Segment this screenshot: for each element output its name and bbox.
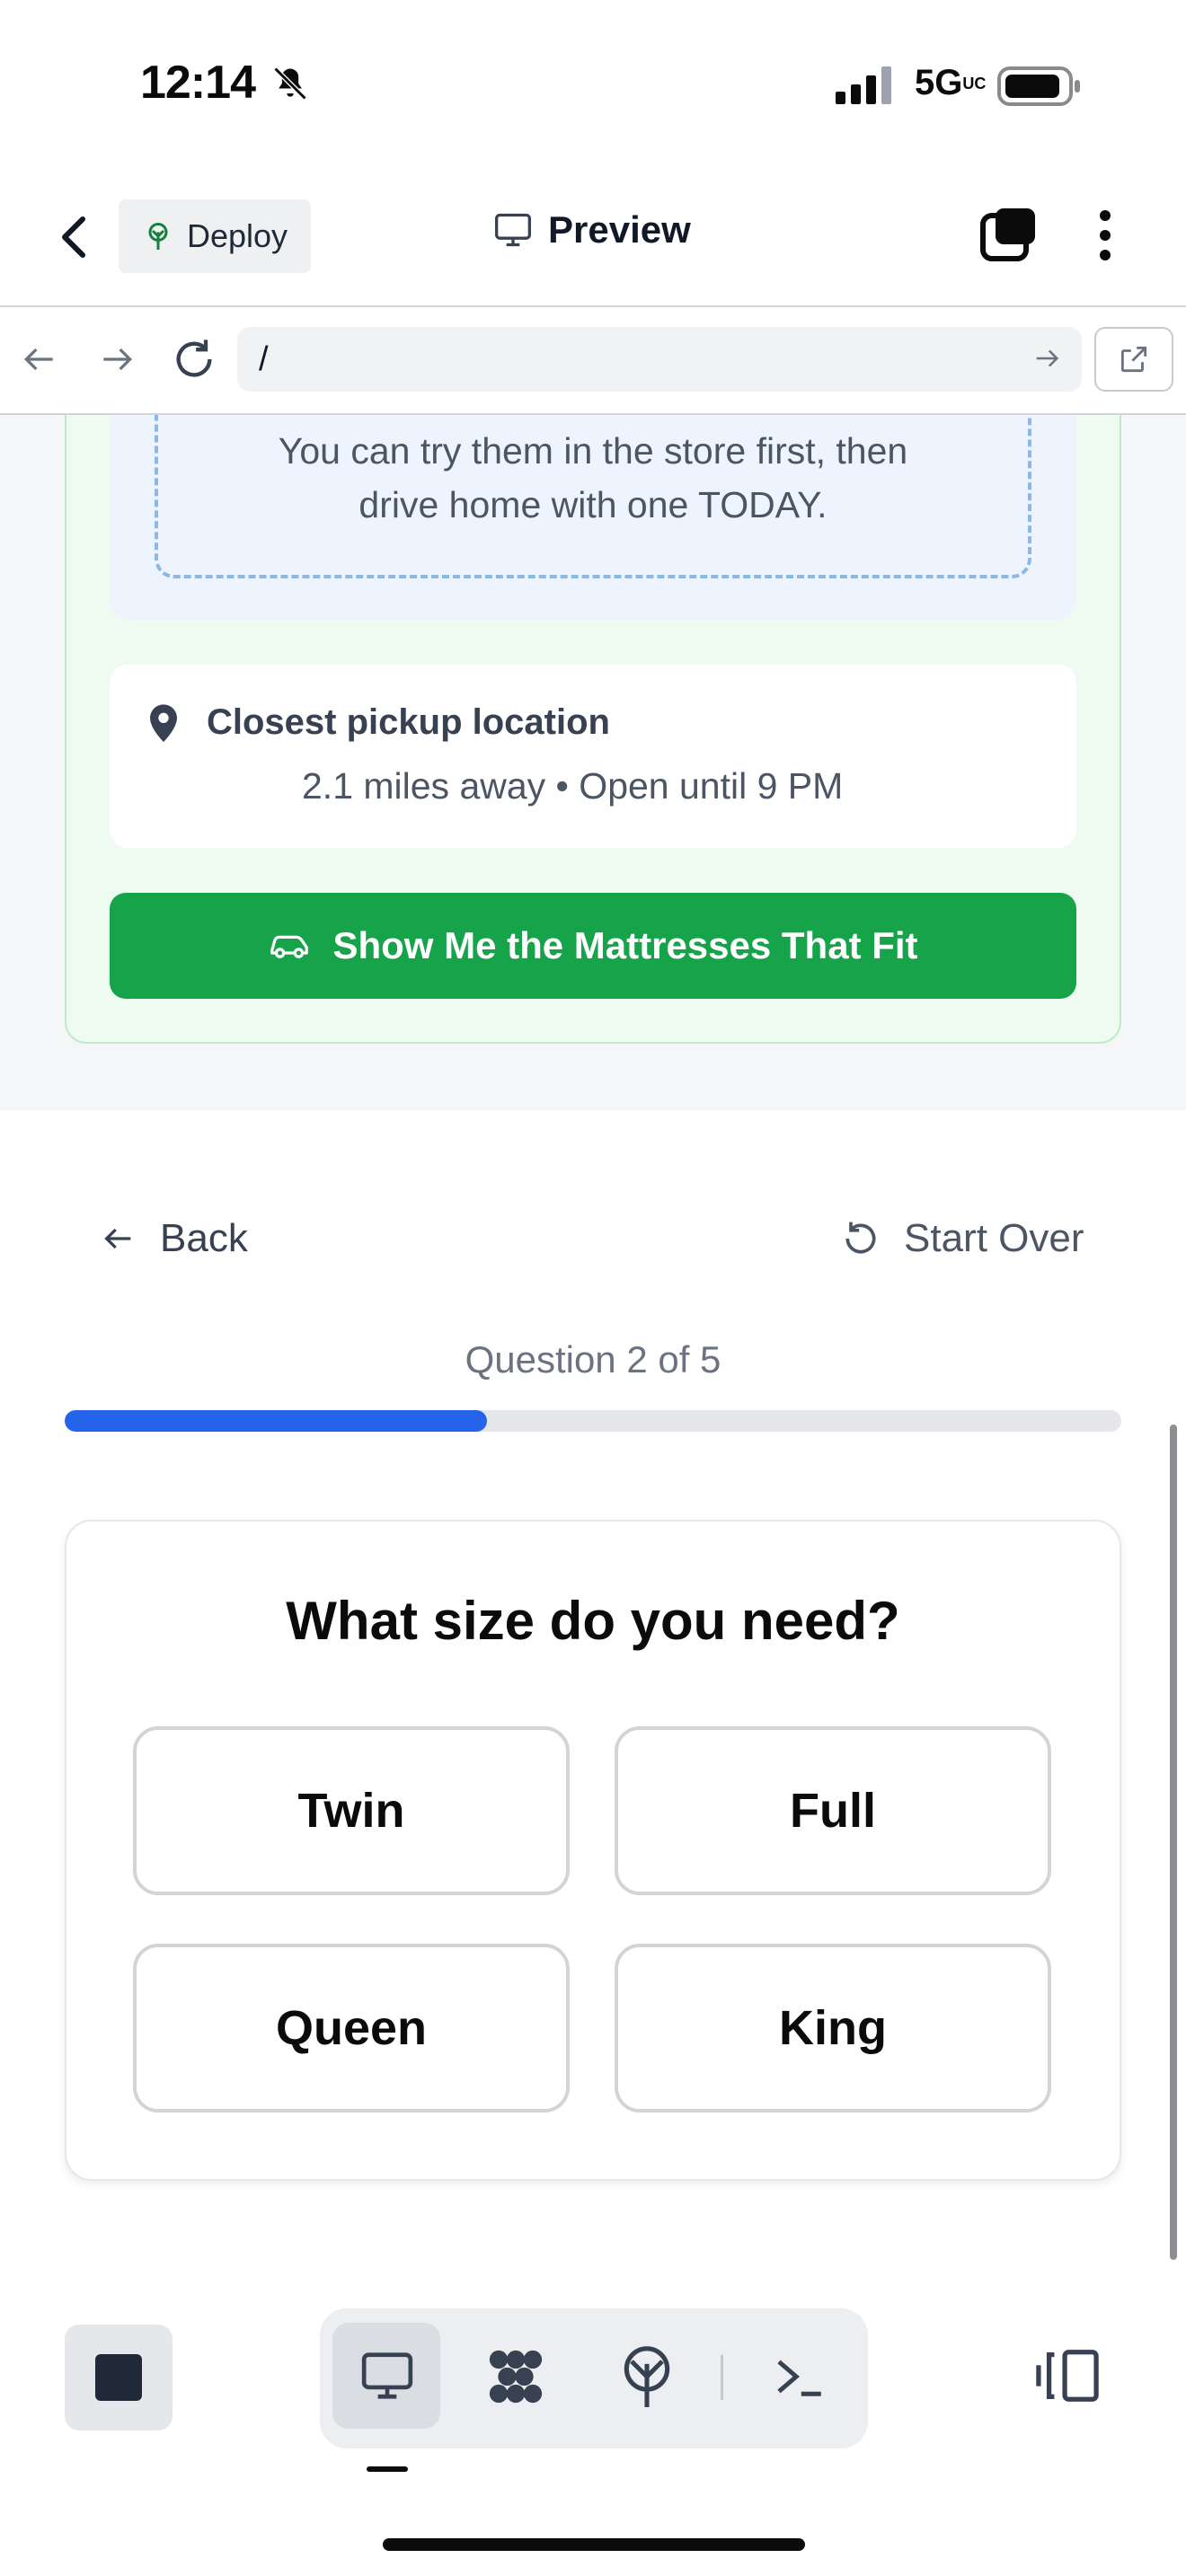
tabs-button[interactable]	[979, 205, 1039, 269]
option-king-button[interactable]: King	[615, 1944, 1051, 2113]
home-indicator	[383, 2538, 805, 2551]
view-deploy-tab[interactable]	[616, 2342, 677, 2415]
view-workspace-tab[interactable]	[482, 2342, 550, 2415]
vertical-dots-icon	[1100, 210, 1111, 260]
external-link-icon	[1120, 346, 1147, 373]
arrow-left-icon	[104, 1228, 131, 1249]
arrow-right-icon	[1036, 349, 1059, 367]
quiz-back-button[interactable]: Back	[101, 1216, 248, 1261]
url-go-button[interactable]	[1031, 343, 1062, 378]
silent-bell-icon	[274, 66, 307, 101]
view-console-tab[interactable]	[769, 2346, 828, 2412]
back-label: Back	[160, 1216, 248, 1260]
monitor-icon	[358, 2348, 417, 2408]
active-tab-indicator	[367, 2466, 408, 2472]
stop-button[interactable]	[65, 2325, 173, 2430]
open-external-button[interactable]	[1094, 327, 1173, 392]
option-twin-button[interactable]: Twin	[133, 1726, 570, 1895]
url-value: /	[259, 340, 269, 378]
tabs-icon	[980, 208, 1035, 261]
deploy-tree-icon	[624, 2346, 670, 2407]
start-over-button[interactable]: Start Over	[841, 1216, 1084, 1261]
side-panel-icon	[1036, 2350, 1099, 2402]
stop-icon	[95, 2354, 142, 2401]
battery-icon	[997, 65, 1082, 112]
preview-label: Preview	[548, 208, 691, 251]
start-over-label: Start Over	[904, 1216, 1084, 1260]
monitor-icon	[495, 213, 531, 247]
url-input[interactable]: /	[237, 327, 1082, 392]
status-time: 12:14	[140, 56, 310, 110]
browser-back-button[interactable]	[20, 340, 59, 384]
show-mattresses-label: Show Me the Mattresses That Fit	[332, 924, 918, 966]
arrow-right-icon	[103, 348, 133, 371]
back-button[interactable]	[54, 208, 97, 266]
question-progress-label: Question 2 of 5	[465, 1338, 721, 1381]
signal-icon	[836, 66, 895, 110]
progress-bar	[65, 1410, 1121, 1432]
pickup-subtitle: 2.1 miles away • Open until 9 PM	[302, 765, 844, 807]
page-scrollbar[interactable]	[1170, 1425, 1177, 2260]
pickup-title: Closest pickup location	[207, 702, 610, 742]
option-queen-button[interactable]: Queen	[133, 1944, 570, 2113]
browser-forward-button[interactable]	[97, 340, 137, 384]
terminal-icon	[777, 2360, 821, 2396]
map-pin-icon	[146, 702, 181, 750]
more-menu-button[interactable]	[1091, 207, 1120, 269]
arrow-left-icon	[23, 348, 53, 371]
network-label: 5GUC	[915, 63, 987, 102]
rotate-ccw-icon	[845, 1222, 876, 1254]
workspace-icon	[489, 2350, 543, 2404]
option-full-button[interactable]: Full	[615, 1726, 1051, 1895]
deploy-button[interactable]: Deploy	[119, 199, 311, 273]
chevron-left-icon	[62, 216, 85, 258]
progress-bar-fill	[65, 1410, 488, 1432]
tree-icon	[148, 223, 168, 250]
show-mattresses-button[interactable]: Show Me the Mattresses That Fit	[110, 893, 1076, 999]
reload-icon	[176, 340, 212, 377]
info-box-text: You can try them in the store first, the…	[278, 430, 908, 525]
car-icon	[270, 935, 309, 958]
toggle-panel-button[interactable]	[1033, 2344, 1102, 2412]
deploy-label: Deploy	[186, 217, 288, 254]
reload-button[interactable]	[171, 336, 217, 387]
pickup-location-card	[110, 665, 1076, 848]
divider	[721, 2355, 723, 2400]
quiz-question: What size do you need?	[286, 1591, 900, 1651]
preview-title: Preview	[492, 208, 691, 251]
